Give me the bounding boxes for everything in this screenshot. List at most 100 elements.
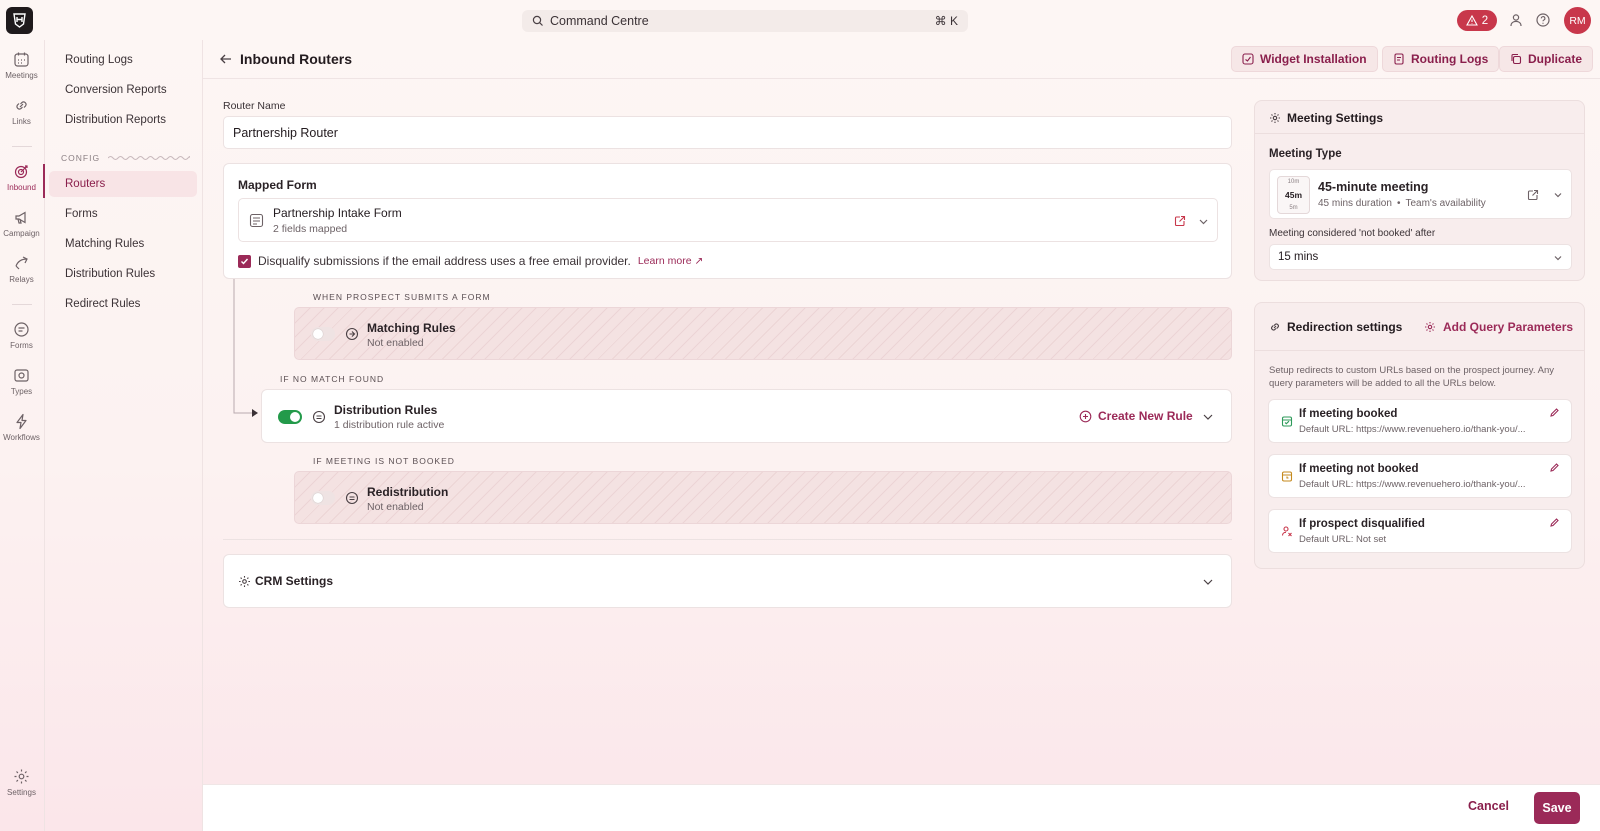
rail-item-relays[interactable]: Relays — [0, 255, 43, 284]
subnav-item-redirect-rules[interactable]: Redirect Rules — [49, 291, 197, 317]
meeting-type-select[interactable]: 10m 45m 5m 45-minute meeting 45 mins dur… — [1269, 169, 1572, 219]
footer-bar — [203, 784, 1600, 831]
calendar-check-icon — [1281, 416, 1293, 427]
rail-item-workflows[interactable]: Workflows — [0, 413, 43, 442]
redirect-prospect-disqualified[interactable]: If prospect disqualified Default URL: No… — [1268, 509, 1572, 553]
avatar[interactable]: RM — [1564, 7, 1591, 34]
rail-label-forms: Forms — [10, 341, 33, 350]
router-name-label: Router Name — [223, 100, 286, 112]
gear-icon — [1425, 322, 1435, 332]
meeting-settings-panel: Meeting Settings Meeting Type 10m 45m 5m… — [1254, 100, 1585, 281]
redirect-not-booked-url: Default URL: https://www.revenuehero.io/… — [1299, 479, 1526, 490]
rail-label-workflows: Workflows — [3, 433, 40, 442]
meeting-settings-title: Meeting Settings — [1287, 111, 1384, 125]
subnav-item-distribution-rules[interactable]: Distribution Rules — [49, 261, 197, 287]
redirect-not-booked-title: If meeting not booked — [1299, 463, 1419, 475]
matching-rules-toggle[interactable] — [311, 327, 335, 341]
learn-more-link[interactable]: Learn more ↗ — [638, 255, 703, 267]
redirect-disqualified-title: If prospect disqualified — [1299, 518, 1425, 530]
arrow-left-icon — [220, 54, 231, 64]
external-link-icon[interactable] — [1174, 215, 1186, 227]
top-bar: Command Centre ⌘ K 2 RM — [0, 0, 1600, 40]
alerts-badge[interactable]: 2 — [1457, 10, 1497, 31]
help-icon[interactable] — [1535, 12, 1551, 28]
rail-item-meetings[interactable]: Meetings — [0, 51, 43, 80]
app-logo[interactable] — [6, 7, 33, 34]
redirect-disqualified-url: Default URL: Not set — [1299, 534, 1387, 545]
distribution-rules-toggle[interactable] — [278, 410, 302, 424]
gear-icon — [1270, 113, 1280, 123]
warning-icon — [1465, 15, 1478, 26]
subnav-item-routing-logs[interactable]: Routing Logs — [49, 47, 197, 73]
router-name-input[interactable]: Partnership Router — [223, 116, 1232, 149]
mapped-form-select[interactable]: Partnership Intake Form 2 fields mapped — [238, 198, 1218, 242]
rail-label-meetings: Meetings — [5, 71, 38, 80]
rail-item-types[interactable]: Types — [0, 367, 43, 396]
gear-icon — [239, 576, 250, 587]
thumb-bottom: 5m — [1289, 205, 1298, 211]
search-icon — [532, 15, 543, 26]
left-rail: Meetings Links Inbound Campaign Relays F… — [0, 40, 45, 831]
chevron-down-icon[interactable] — [1553, 190, 1563, 200]
squiggle-divider — [108, 156, 191, 160]
page-title: Inbound Routers — [240, 51, 352, 67]
chevron-down-icon[interactable] — [1198, 216, 1209, 227]
gear-icon — [14, 769, 29, 784]
external-link-icon[interactable] — [1527, 189, 1539, 201]
not-booked-select[interactable]: 15 mins — [1269, 244, 1572, 270]
relay-icon — [15, 256, 28, 270]
rail-item-forms[interactable]: Forms — [0, 321, 43, 350]
rail-divider — [12, 146, 32, 147]
edit-icon[interactable] — [1549, 407, 1560, 418]
form-name: Partnership Intake Form — [273, 206, 402, 220]
crm-settings-section[interactable]: CRM Settings — [223, 554, 1232, 608]
chevron-down-icon[interactable] — [1202, 411, 1214, 423]
subnav-item-forms[interactable]: Forms — [49, 201, 197, 227]
config-label-text: CONFIG — [61, 153, 101, 163]
redirect-meeting-booked[interactable]: If meeting booked Default URL: https://w… — [1268, 399, 1572, 443]
logo-icon — [13, 13, 26, 28]
create-new-rule-label: Create New Rule — [1098, 409, 1193, 423]
create-new-rule-button[interactable]: Create New Rule — [1079, 409, 1193, 423]
duplicate-label: Duplicate — [1528, 52, 1583, 66]
rail-item-inbound[interactable]: Inbound — [0, 163, 43, 192]
edit-icon[interactable] — [1549, 517, 1560, 528]
distribution-rules-step[interactable]: Distribution Rules 1 distribution rule a… — [261, 389, 1232, 443]
types-icon — [14, 369, 29, 382]
edit-icon[interactable] — [1549, 462, 1560, 473]
back-button[interactable] — [219, 52, 233, 66]
add-query-parameters-button[interactable]: Add Query Parameters — [1424, 320, 1573, 334]
redistribution-step[interactable]: Redistribution Not enabled — [294, 471, 1232, 524]
redirect-meeting-not-booked[interactable]: If meeting not booked Default URL: https… — [1268, 454, 1572, 498]
redirection-header: Redirection settings — [1269, 320, 1402, 334]
rail-item-settings[interactable]: Settings — [0, 768, 43, 797]
cancel-button[interactable]: Cancel — [1468, 799, 1509, 813]
user-icon[interactable] — [1508, 12, 1524, 28]
duplicate-button[interactable]: Duplicate — [1499, 46, 1594, 72]
document-icon — [1394, 53, 1404, 65]
chevron-down-icon[interactable] — [1202, 576, 1214, 588]
disqualify-checkbox[interactable] — [238, 254, 251, 268]
redistribution-toggle[interactable] — [311, 491, 335, 505]
disqualify-row: Disqualify submissions if the email addr… — [238, 254, 703, 268]
command-centre-search[interactable]: Command Centre ⌘ K — [522, 10, 968, 32]
rail-item-links[interactable]: Links — [0, 97, 43, 126]
subnav-item-routers[interactable]: Routers — [49, 171, 197, 197]
rail-item-campaign[interactable]: Campaign — [0, 209, 43, 238]
copy-icon — [1511, 53, 1522, 65]
command-centre-label: Command Centre — [550, 14, 649, 28]
subnav-item-conversion-reports[interactable]: Conversion Reports — [49, 77, 197, 103]
subnav-item-matching-rules[interactable]: Matching Rules — [49, 231, 197, 257]
widget-installation-button[interactable]: Widget Installation — [1231, 46, 1378, 72]
save-button[interactable]: Save — [1534, 792, 1580, 824]
link-icon — [1271, 323, 1279, 331]
matching-rules-step[interactable]: Matching Rules Not enabled — [294, 307, 1232, 360]
routing-logs-button[interactable]: Routing Logs — [1382, 46, 1500, 72]
megaphone-icon — [15, 211, 26, 224]
calendar-clock-icon — [1281, 471, 1293, 482]
form-meta: 2 fields mapped — [273, 223, 348, 235]
distribution-rules-status: 1 distribution rule active — [334, 419, 445, 431]
subnav-item-distribution-reports[interactable]: Distribution Reports — [49, 107, 197, 133]
plus-circle-icon — [1079, 410, 1092, 422]
meeting-duration-thumb: 10m 45m 5m — [1277, 176, 1310, 214]
